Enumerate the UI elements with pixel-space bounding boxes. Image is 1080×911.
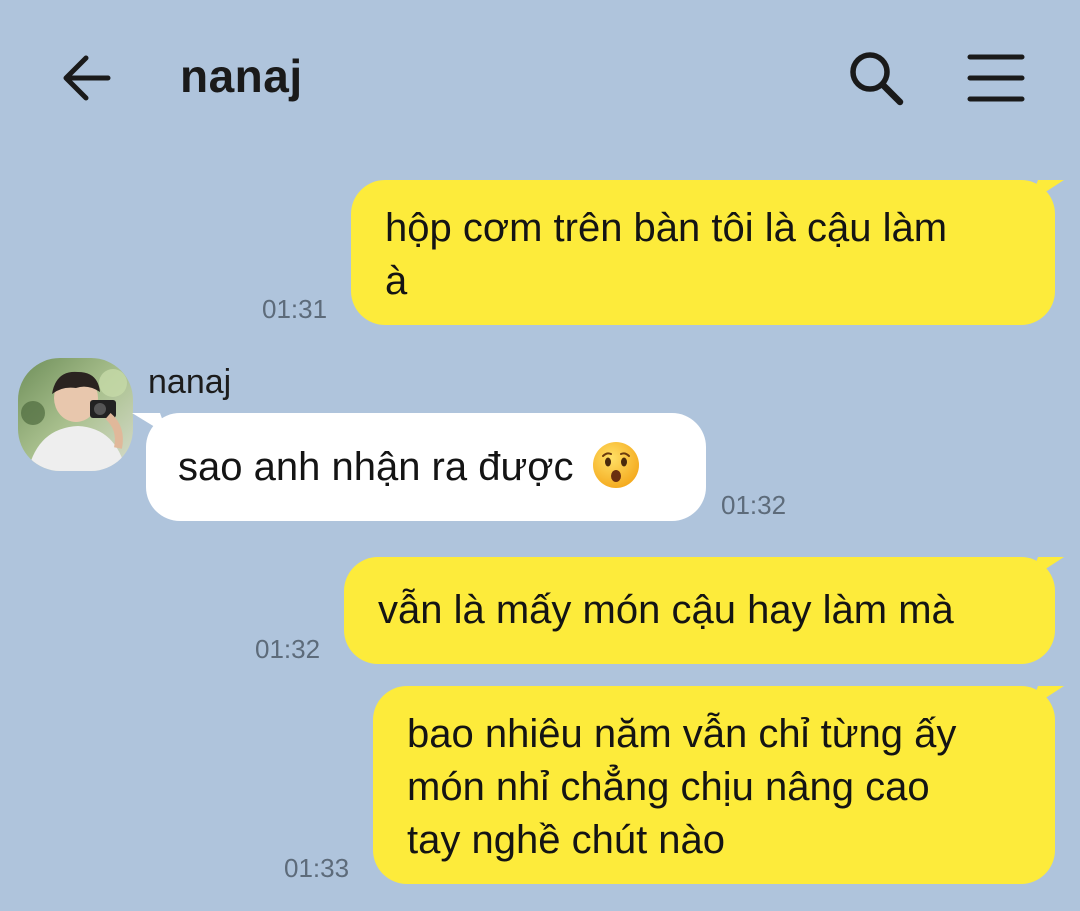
message-line: tay nghề chút nào [407,818,726,862]
message-timestamp: 01:33 [284,853,350,883]
search-icon [850,52,904,106]
outgoing-message[interactable]: bao nhiêu năm vẫn chỉ từng ấy món nhỉ ch… [373,686,1055,884]
sender-name: nanaj [148,363,232,401]
message-line: hộp cơm trên bàn tôi là cậu làm [385,206,948,250]
hamburger-menu-icon [967,54,1025,102]
message-timestamp: 01:31 [262,294,328,324]
arrow-left-icon [63,55,111,101]
outgoing-message[interactable]: vẫn là mấy món cậu hay làm mà [344,557,1055,664]
message-line: vẫn là mấy món cậu hay làm mà [378,588,954,632]
message-text: sao anh nhận ra được [178,445,574,489]
hushed-face-emoji [592,442,639,489]
chat-title: nanaj [180,50,303,102]
incoming-message[interactable]: sao anh nhận ra được [146,413,706,521]
message-timestamp: 01:32 [255,634,321,664]
message-timestamp: 01:32 [721,490,787,520]
message-line: bao nhiêu năm vẫn chỉ từng ấy [407,712,957,756]
search-button[interactable] [845,48,907,108]
avatar-photo [18,358,133,471]
menu-button[interactable] [966,52,1026,104]
chat-header: nanaj [0,0,1080,150]
back-button[interactable] [58,50,116,106]
avatar[interactable] [18,358,133,471]
outgoing-message[interactable]: hộp cơm trên bàn tôi là cậu làm à [351,180,1055,325]
message-line: à [385,259,408,303]
message-line: món nhỉ chẳng chịu nâng cao [407,765,930,809]
